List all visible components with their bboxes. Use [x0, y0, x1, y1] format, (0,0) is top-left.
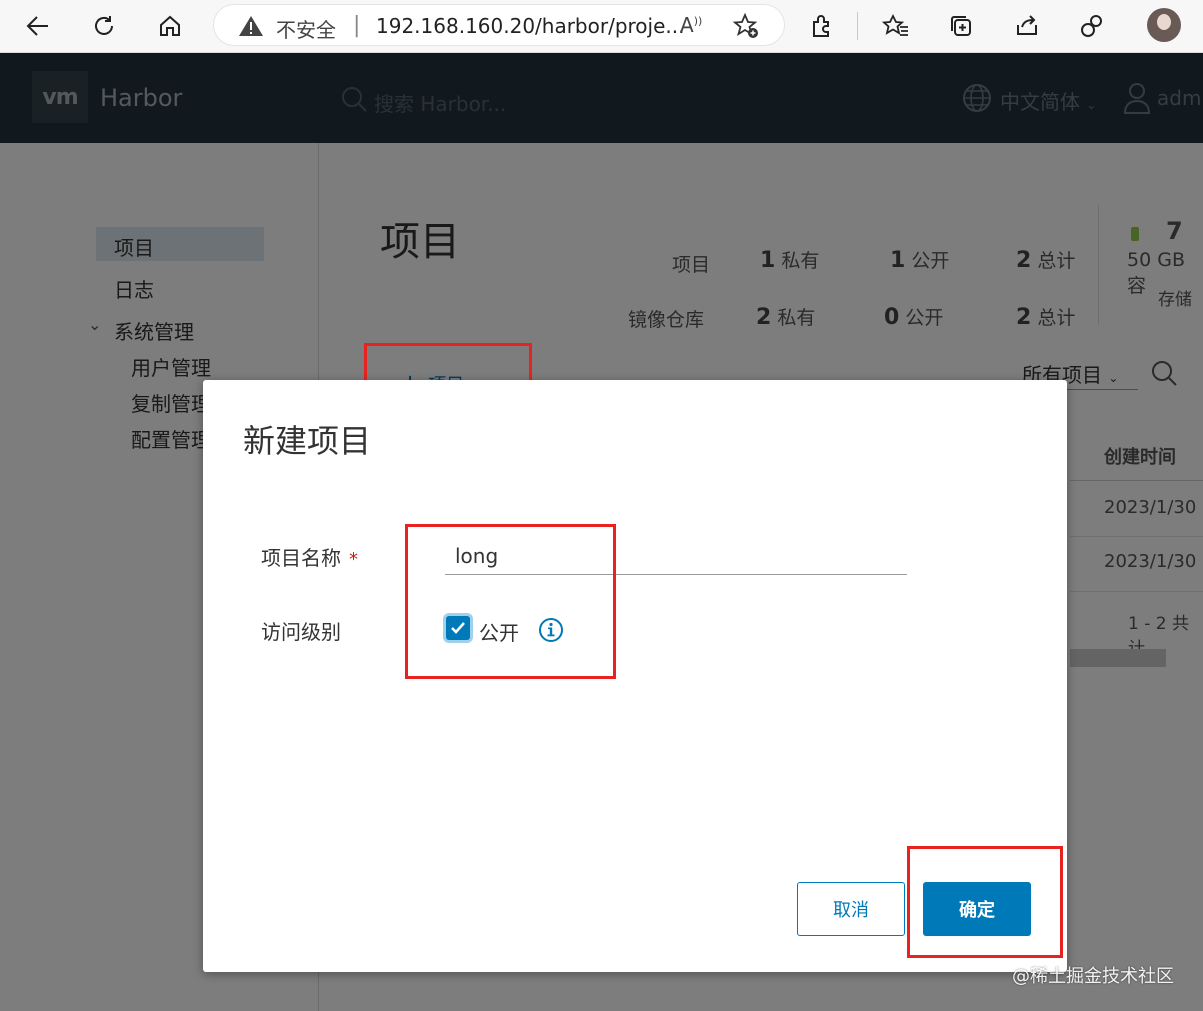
address-bar[interactable]: 不安全 | 192.168.160.20/harbor/proje... A))	[213, 4, 785, 46]
annotation-box-form-fields	[405, 524, 616, 679]
dialog-title: 新建项目	[243, 422, 372, 460]
collections-icon[interactable]	[945, 10, 977, 42]
browser-toolbar: 不安全 | 192.168.160.20/harbor/proje... A))	[0, 0, 1203, 53]
games-icon[interactable]	[1076, 10, 1108, 42]
access-level-label: 访问级别	[261, 620, 341, 644]
refresh-icon[interactable]	[88, 10, 120, 42]
url-text[interactable]: 192.168.160.20/harbor/proje...	[376, 14, 684, 38]
watermark-text: @稀土掘金技术社区	[1012, 966, 1174, 987]
annotation-box-ok-button	[907, 846, 1063, 958]
favorites-icon[interactable]	[880, 10, 912, 42]
address-divider: |	[353, 13, 361, 38]
read-aloud-icon[interactable]: A))	[680, 13, 702, 37]
required-mark: *	[349, 549, 358, 570]
toolbar-divider	[857, 12, 858, 40]
insecure-label: 不安全	[276, 18, 336, 42]
profile-avatar[interactable]	[1147, 8, 1181, 42]
add-favorite-icon[interactable]	[732, 12, 760, 44]
share-icon[interactable]	[1011, 10, 1043, 42]
home-icon[interactable]	[154, 10, 186, 42]
cancel-button[interactable]: 取消	[797, 882, 905, 936]
warning-icon	[238, 14, 264, 42]
back-icon[interactable]	[22, 10, 54, 42]
project-name-label: 项目名称 *	[261, 546, 358, 570]
extensions-icon[interactable]	[806, 10, 838, 42]
